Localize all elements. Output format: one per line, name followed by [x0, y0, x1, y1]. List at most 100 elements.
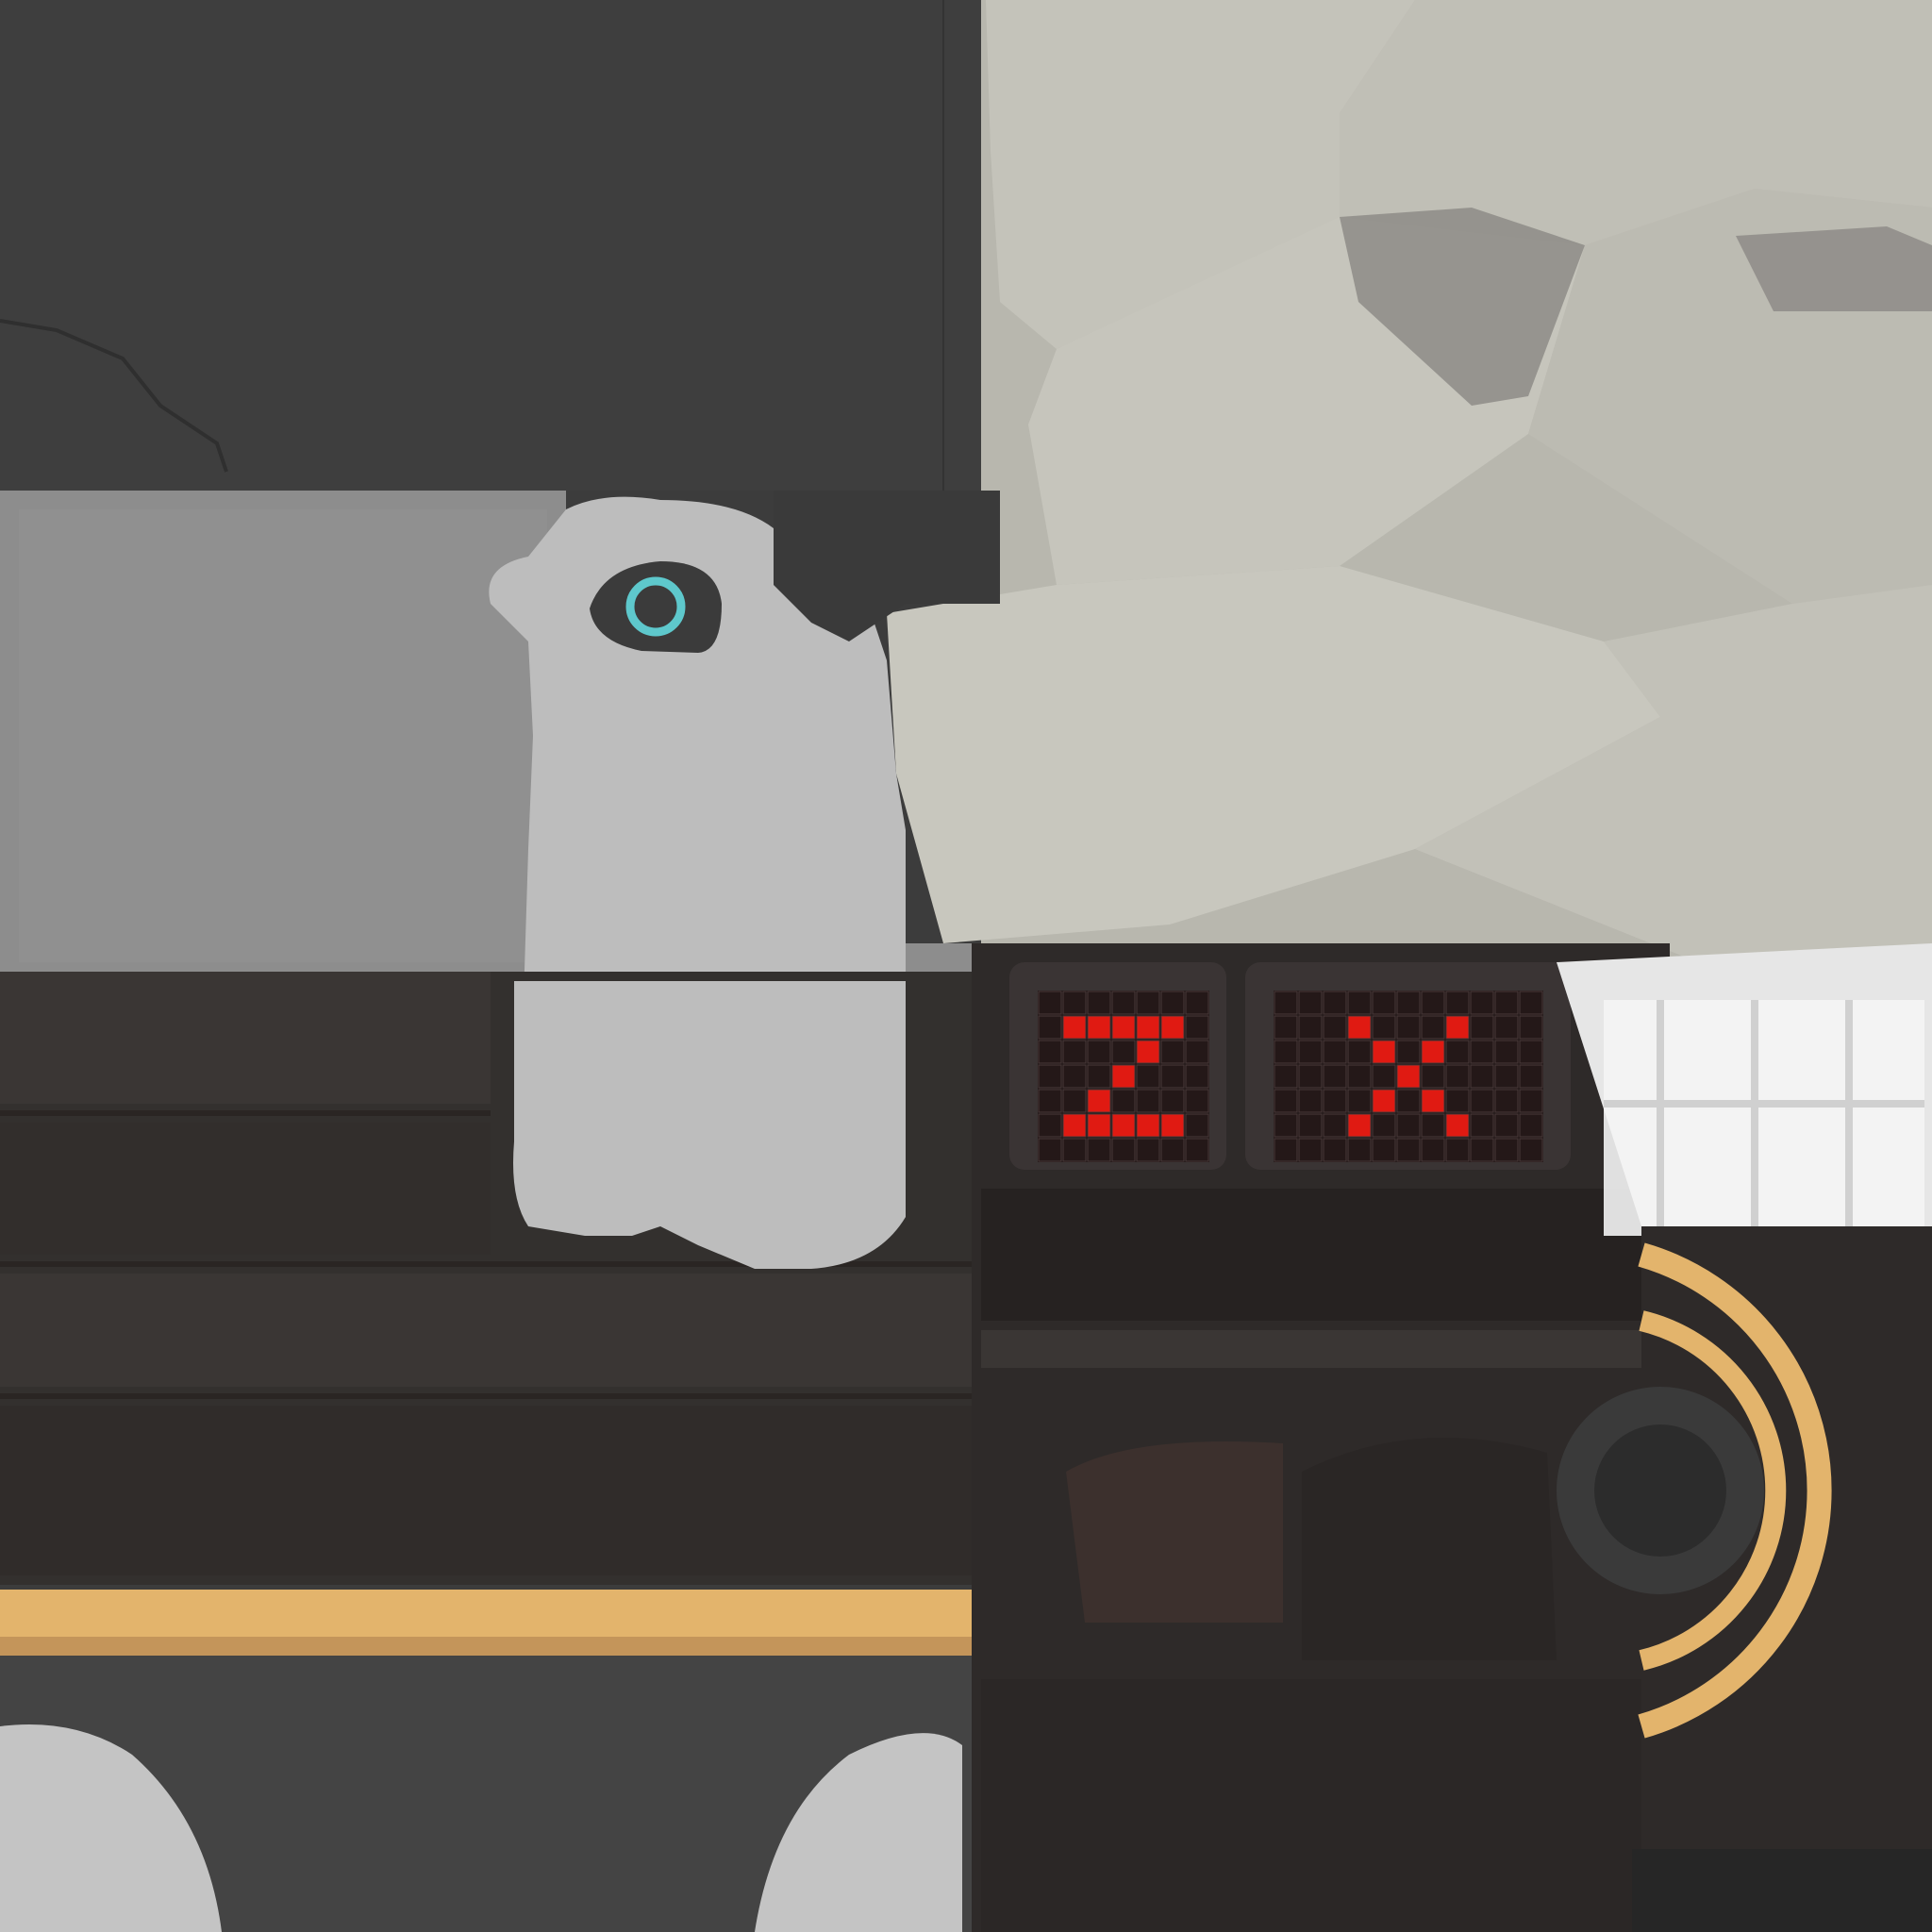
- led-pixel-off: [1396, 1138, 1421, 1162]
- led-pixel-off: [1111, 1040, 1136, 1064]
- led-pixel-off: [1274, 1064, 1298, 1089]
- led-pixel-off: [1274, 991, 1298, 1015]
- window-icon: [1604, 1000, 1924, 1236]
- led-pixel-off: [1298, 1138, 1323, 1162]
- led-pixel-off: [1445, 1040, 1470, 1064]
- led-pixel-off: [1111, 991, 1136, 1015]
- led-pixel-off: [1494, 1040, 1519, 1064]
- led-pixel-off: [1274, 1040, 1298, 1064]
- led-display-left: [1038, 991, 1209, 1162]
- led-pixel-on: [1347, 1015, 1372, 1040]
- led-pixel-off: [1519, 1064, 1543, 1089]
- led-pixel-on: [1062, 1113, 1087, 1138]
- led-pixel-off: [1396, 991, 1421, 1015]
- led-pixel-off: [1111, 1089, 1136, 1113]
- led-pixel-off: [1396, 1089, 1421, 1113]
- led-pixel-off: [1494, 1089, 1519, 1113]
- led-pixel-off: [1038, 1138, 1062, 1162]
- led-pixel-off: [1274, 1138, 1298, 1162]
- led-pixel-off: [1347, 1138, 1372, 1162]
- led-pixel-off: [1519, 1040, 1543, 1064]
- led-pixel-off: [1062, 1040, 1087, 1064]
- led-pixel-off: [1470, 1040, 1494, 1064]
- led-pixel-on: [1111, 1015, 1136, 1040]
- led-pixel-off: [1421, 1138, 1445, 1162]
- led-pixel-off: [1185, 1064, 1209, 1089]
- led-pixel-off: [1323, 1089, 1347, 1113]
- led-pixel-off: [1470, 1089, 1494, 1113]
- led-pixel-off: [1372, 1138, 1396, 1162]
- led-pixel-off: [1062, 1138, 1087, 1162]
- led-pixel-off: [1185, 1138, 1209, 1162]
- led-pixel-off: [1298, 1113, 1323, 1138]
- led-pixel-off: [1323, 1015, 1347, 1040]
- led-pixel-off: [1519, 991, 1543, 1015]
- led-pixel-off: [1136, 1138, 1160, 1162]
- led-pixel-on: [1136, 1015, 1160, 1040]
- led-pixel-on: [1445, 1113, 1470, 1138]
- led-pixel-off: [1372, 991, 1396, 1015]
- led-pixel-off: [1160, 1040, 1185, 1064]
- led-pixel-off: [1396, 1040, 1421, 1064]
- led-pixel-off: [1298, 1089, 1323, 1113]
- gold-trim: [0, 1590, 972, 1637]
- led-pixel-on: [1421, 1040, 1445, 1064]
- led-pixel-off: [1274, 1113, 1298, 1138]
- led-pixel-off: [1372, 1015, 1396, 1040]
- led-pixel-off: [1470, 1015, 1494, 1040]
- led-pixel-on: [1087, 1015, 1111, 1040]
- led-pixel-off: [1372, 1113, 1396, 1138]
- led-pixel-on: [1347, 1113, 1372, 1138]
- led-pixel-off: [1136, 1089, 1160, 1113]
- led-pixel-off: [1062, 1064, 1087, 1089]
- led-pixel-on: [1087, 1113, 1111, 1138]
- led-pixel-on: [1111, 1113, 1136, 1138]
- led-pixel-off: [1323, 1113, 1347, 1138]
- led-pixel-off: [1062, 1089, 1087, 1113]
- led-pixel-off: [1494, 1064, 1519, 1089]
- texture-canvas: [0, 0, 1932, 1932]
- led-display-right: [1274, 991, 1543, 1162]
- led-pixel-off: [1185, 1015, 1209, 1040]
- led-pixel-off: [1087, 1040, 1111, 1064]
- led-pixel-off: [1160, 1064, 1185, 1089]
- led-pixel-off: [1160, 1089, 1185, 1113]
- led-pixel-on: [1396, 1064, 1421, 1089]
- led-pixel-off: [1038, 1040, 1062, 1064]
- led-pixel-off: [1494, 991, 1519, 1015]
- led-pixel-off: [1323, 1138, 1347, 1162]
- led-pixel-off: [1323, 991, 1347, 1015]
- led-pixel-off: [1347, 991, 1372, 1015]
- led-pixel-off: [1470, 1138, 1494, 1162]
- led-pixel-off: [1519, 1138, 1543, 1162]
- led-pixel-off: [1421, 1113, 1445, 1138]
- led-pixel-on: [1062, 1015, 1087, 1040]
- led-pixel-off: [1298, 1040, 1323, 1064]
- led-pixel-off: [1494, 1138, 1519, 1162]
- led-pixel-off: [1111, 1138, 1136, 1162]
- led-pixel-off: [1347, 1040, 1372, 1064]
- led-pixel-on: [1160, 1015, 1185, 1040]
- led-pixel-off: [1274, 1015, 1298, 1040]
- led-pixel-on: [1136, 1040, 1160, 1064]
- led-pixel-off: [1519, 1089, 1543, 1113]
- led-pixel-off: [1347, 1089, 1372, 1113]
- led-pixel-off: [1185, 1040, 1209, 1064]
- led-pixel-off: [1421, 1015, 1445, 1040]
- texture-atlas: [0, 0, 1932, 1932]
- led-pixel-off: [1323, 1040, 1347, 1064]
- led-pixel-off: [1396, 1113, 1421, 1138]
- led-pixel-on: [1111, 1064, 1136, 1089]
- led-pixel-off: [1470, 1113, 1494, 1138]
- led-pixel-off: [1421, 991, 1445, 1015]
- led-pixel-off: [1136, 1064, 1160, 1089]
- led-pixel-on: [1160, 1113, 1185, 1138]
- led-pixel-off: [1087, 991, 1111, 1015]
- led-pixel-off: [1038, 1113, 1062, 1138]
- led-pixel-off: [1136, 991, 1160, 1015]
- led-pixel-off: [1445, 991, 1470, 1015]
- led-pixel-off: [1185, 991, 1209, 1015]
- led-pixel-off: [1298, 991, 1323, 1015]
- led-pixel-off: [1494, 1113, 1519, 1138]
- led-pixel-on: [1445, 1015, 1470, 1040]
